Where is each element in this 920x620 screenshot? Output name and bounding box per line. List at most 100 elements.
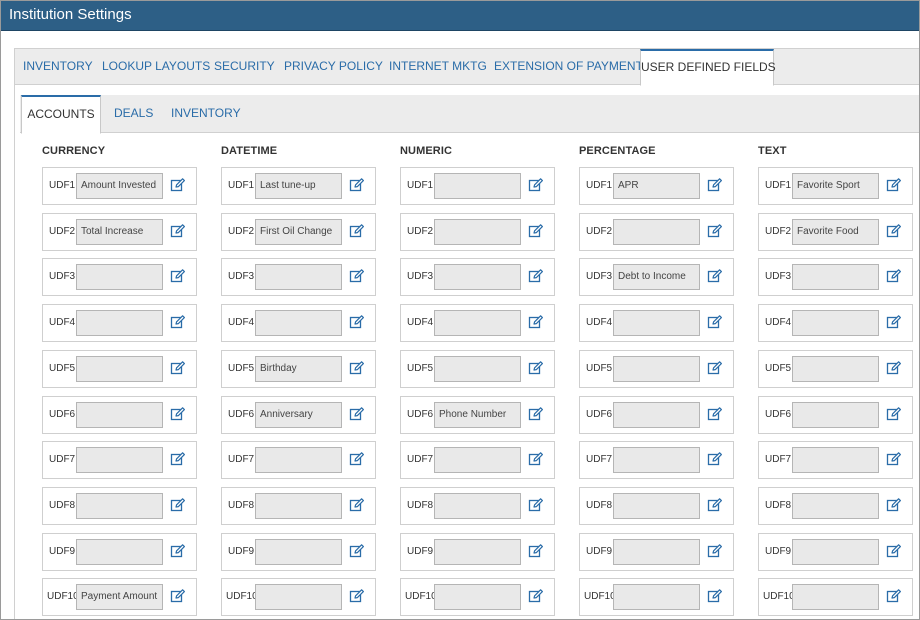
edit-icon[interactable] <box>886 268 902 284</box>
edit-icon[interactable] <box>170 543 186 559</box>
edit-icon[interactable] <box>886 314 902 330</box>
text-udf1-input[interactable]: Favorite Sport <box>792 173 879 199</box>
currency-udf5-input[interactable] <box>76 356 163 382</box>
edit-icon[interactable] <box>528 314 544 330</box>
edit-icon[interactable] <box>349 406 365 422</box>
percentage-udf4-input[interactable] <box>613 310 700 336</box>
datetime-udf3-input[interactable] <box>255 264 342 290</box>
text-udf10-input[interactable] <box>792 584 879 610</box>
edit-icon[interactable] <box>886 406 902 422</box>
currency-udf6-input[interactable] <box>76 402 163 428</box>
edit-icon[interactable] <box>528 497 544 513</box>
edit-icon[interactable] <box>528 268 544 284</box>
datetime-udf5-input[interactable]: Birthday <box>255 356 342 382</box>
percentage-udf2-input[interactable] <box>613 219 700 245</box>
percentage-udf8-input[interactable] <box>613 493 700 519</box>
edit-icon[interactable] <box>170 177 186 193</box>
currency-udf8-input[interactable] <box>76 493 163 519</box>
edit-icon[interactable] <box>170 497 186 513</box>
numeric-udf7-input[interactable] <box>434 447 521 473</box>
currency-udf10-input[interactable]: Payment Amount <box>76 584 163 610</box>
tab-accounts[interactable]: ACCOUNTS <box>21 95 101 134</box>
edit-icon[interactable] <box>886 451 902 467</box>
tab-lookup-layouts[interactable]: LOOKUP LAYOUTS <box>102 49 210 85</box>
tab-sub-inventory[interactable]: INVENTORY <box>171 95 241 133</box>
edit-icon[interactable] <box>170 360 186 376</box>
percentage-udf3-input[interactable]: Debt to Income <box>613 264 700 290</box>
edit-icon[interactable] <box>707 451 723 467</box>
edit-icon[interactable] <box>349 223 365 239</box>
text-udf3-input[interactable] <box>792 264 879 290</box>
text-udf9-input[interactable] <box>792 539 879 565</box>
currency-udf2-input[interactable]: Total Increase <box>76 219 163 245</box>
numeric-udf3-input[interactable] <box>434 264 521 290</box>
text-udf4-input[interactable] <box>792 310 879 336</box>
edit-icon[interactable] <box>349 451 365 467</box>
datetime-udf9-input[interactable] <box>255 539 342 565</box>
currency-udf3-input[interactable] <box>76 264 163 290</box>
edit-icon[interactable] <box>886 360 902 376</box>
percentage-udf5-input[interactable] <box>613 356 700 382</box>
text-udf5-input[interactable] <box>792 356 879 382</box>
tab-extension-of-payments[interactable]: EXTENSION OF PAYMENTS <box>494 49 651 85</box>
edit-icon[interactable] <box>707 588 723 604</box>
tab-privacy-policy[interactable]: PRIVACY POLICY <box>284 49 383 85</box>
edit-icon[interactable] <box>886 588 902 604</box>
currency-udf1-input[interactable]: Amount Invested <box>76 173 163 199</box>
edit-icon[interactable] <box>349 268 365 284</box>
currency-udf7-input[interactable] <box>76 447 163 473</box>
numeric-udf5-input[interactable] <box>434 356 521 382</box>
numeric-udf9-input[interactable] <box>434 539 521 565</box>
numeric-udf8-input[interactable] <box>434 493 521 519</box>
edit-icon[interactable] <box>886 177 902 193</box>
edit-icon[interactable] <box>170 223 186 239</box>
edit-icon[interactable] <box>349 177 365 193</box>
edit-icon[interactable] <box>707 406 723 422</box>
edit-icon[interactable] <box>707 314 723 330</box>
numeric-udf2-input[interactable] <box>434 219 521 245</box>
edit-icon[interactable] <box>170 268 186 284</box>
edit-icon[interactable] <box>170 451 186 467</box>
text-udf6-input[interactable] <box>792 402 879 428</box>
edit-icon[interactable] <box>349 497 365 513</box>
numeric-udf10-input[interactable] <box>434 584 521 610</box>
datetime-udf2-input[interactable]: First Oil Change <box>255 219 342 245</box>
percentage-udf10-input[interactable] <box>613 584 700 610</box>
edit-icon[interactable] <box>349 543 365 559</box>
tab-inventory[interactable]: INVENTORY <box>23 49 93 85</box>
edit-icon[interactable] <box>170 314 186 330</box>
percentage-udf7-input[interactable] <box>613 447 700 473</box>
currency-udf9-input[interactable] <box>76 539 163 565</box>
datetime-udf6-input[interactable]: Anniversary <box>255 402 342 428</box>
tab-internet-mktg[interactable]: INTERNET MKTG <box>389 49 487 85</box>
edit-icon[interactable] <box>707 268 723 284</box>
tab-deals[interactable]: DEALS <box>114 95 153 133</box>
edit-icon[interactable] <box>528 451 544 467</box>
edit-icon[interactable] <box>528 588 544 604</box>
edit-icon[interactable] <box>707 360 723 376</box>
percentage-udf6-input[interactable] <box>613 402 700 428</box>
datetime-udf8-input[interactable] <box>255 493 342 519</box>
edit-icon[interactable] <box>528 223 544 239</box>
datetime-udf10-input[interactable] <box>255 584 342 610</box>
datetime-udf7-input[interactable] <box>255 447 342 473</box>
datetime-udf1-input[interactable]: Last tune-up <box>255 173 342 199</box>
edit-icon[interactable] <box>886 223 902 239</box>
numeric-udf4-input[interactable] <box>434 310 521 336</box>
edit-icon[interactable] <box>707 497 723 513</box>
edit-icon[interactable] <box>528 406 544 422</box>
edit-icon[interactable] <box>528 543 544 559</box>
edit-icon[interactable] <box>886 497 902 513</box>
edit-icon[interactable] <box>349 314 365 330</box>
edit-icon[interactable] <box>528 177 544 193</box>
edit-icon[interactable] <box>349 360 365 376</box>
edit-icon[interactable] <box>170 406 186 422</box>
numeric-udf6-input[interactable]: Phone Number <box>434 402 521 428</box>
text-udf2-input[interactable]: Favorite Food <box>792 219 879 245</box>
percentage-udf1-input[interactable]: APR <box>613 173 700 199</box>
text-udf8-input[interactable] <box>792 493 879 519</box>
edit-icon[interactable] <box>170 588 186 604</box>
edit-icon[interactable] <box>349 588 365 604</box>
numeric-udf1-input[interactable] <box>434 173 521 199</box>
text-udf7-input[interactable] <box>792 447 879 473</box>
